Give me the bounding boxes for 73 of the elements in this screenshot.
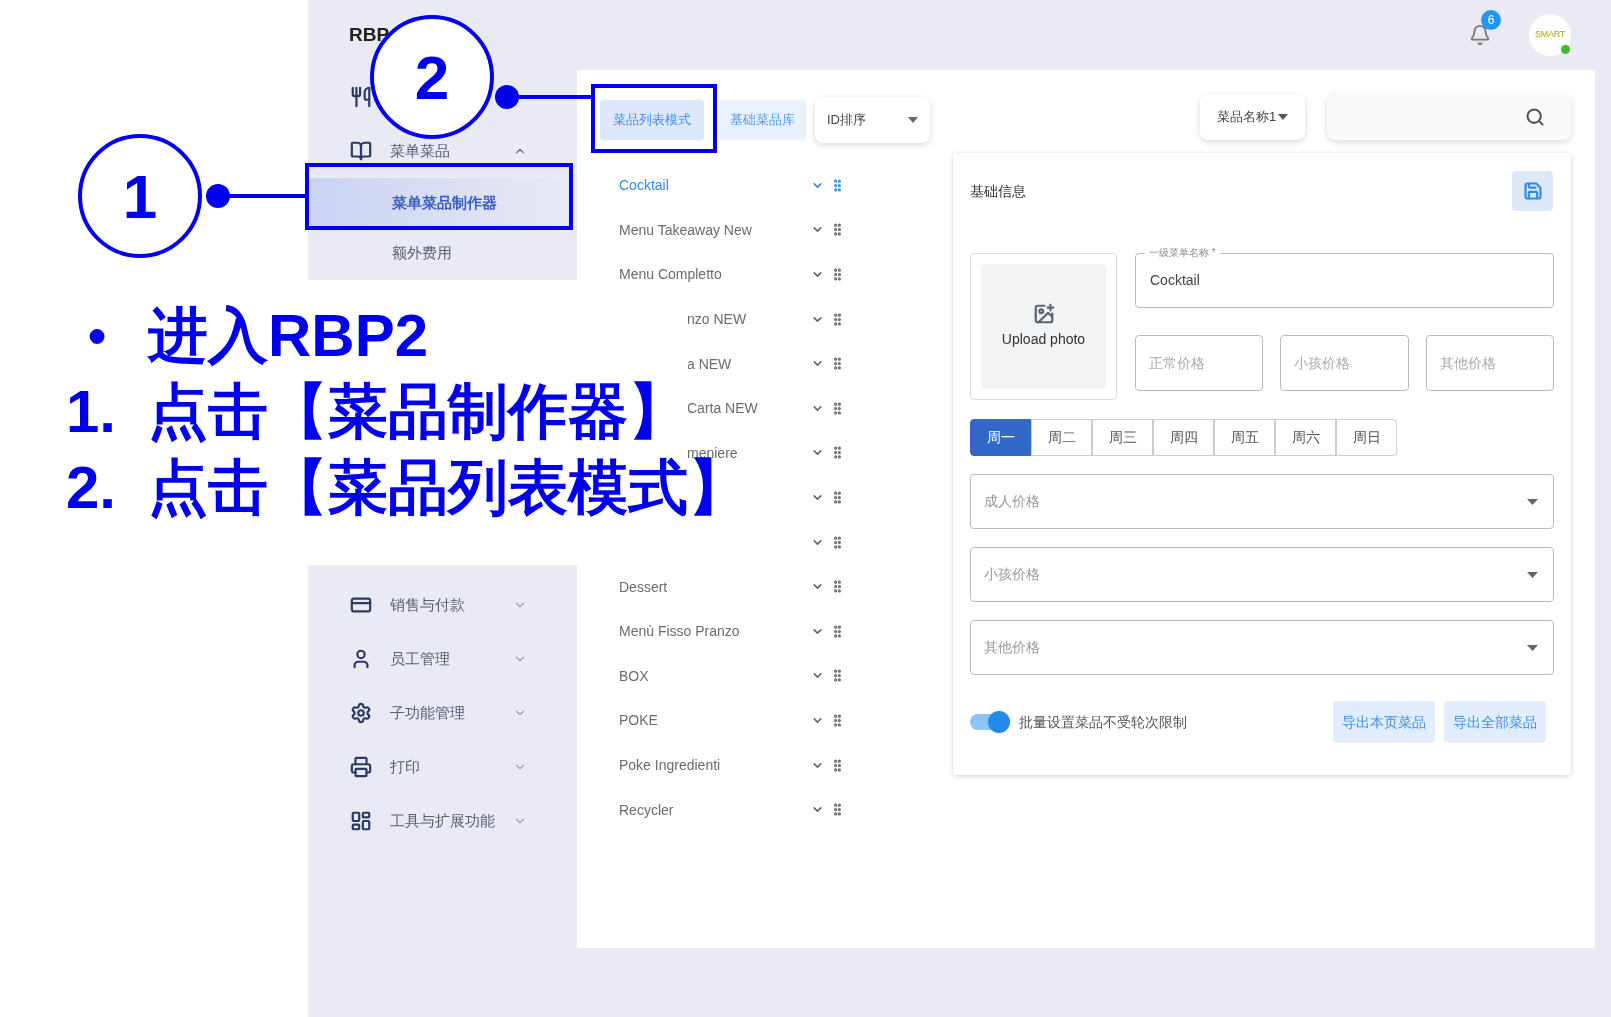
menu-list-item[interactable]: Recycler: [619, 801, 674, 818]
toggle-switch[interactable]: [970, 714, 1010, 730]
dropdown-arrow-icon: [1527, 498, 1538, 505]
sidebar-subitem[interactable]: 额外费用: [308, 228, 577, 278]
instruction-text: 点击【菜品制作器】: [148, 382, 688, 442]
dropdown-arrow-icon: [1527, 571, 1538, 578]
filter-dropdown[interactable]: 菜品名称1: [1200, 94, 1305, 140]
weekday-tab[interactable]: 周六: [1275, 419, 1336, 456]
menu-list-item[interactable]: Carta NEW: [687, 400, 758, 417]
weekday-tab[interactable]: 周二: [1031, 419, 1092, 456]
add-photo-icon: [1032, 303, 1055, 325]
dropdown-arrow-icon: [1527, 644, 1538, 651]
fork-knife-icon: [350, 86, 372, 108]
instruction-text: 点击【菜品列表模式】: [148, 458, 748, 518]
field-value: Cocktail: [1150, 271, 1200, 290]
price-select[interactable]: 小孩价格: [970, 547, 1554, 602]
menu-list-item[interactable]: POKE: [619, 712, 658, 729]
weekday-tab[interactable]: 周四: [1153, 419, 1214, 456]
price-input[interactable]: 其他价格: [1425, 335, 1554, 391]
settings-icon: [350, 702, 372, 724]
weekday-tab[interactable]: 周一: [970, 419, 1031, 456]
sidebar-item[interactable]: 员工管理: [390, 650, 450, 667]
menu-list-item[interactable]: BOX: [619, 667, 649, 684]
printer-icon: [350, 756, 372, 778]
export-button[interactable]: 导出全部菜品: [1444, 701, 1546, 743]
card-icon: [350, 594, 372, 616]
bell-icon[interactable]: [1469, 24, 1491, 46]
mode-tab[interactable]: 菜品列表模式: [600, 100, 704, 140]
menu-list-item[interactable]: a NEW: [687, 355, 732, 372]
avatar-logo: SMART: [1534, 28, 1566, 42]
app-title: RBP: [349, 22, 391, 47]
list-marker: 1.: [66, 377, 118, 447]
menu-list-item[interactable]: Dessert: [619, 578, 668, 595]
menu-list-item[interactable]: Poke Ingredienti: [619, 757, 721, 773]
list-marker: •: [87, 306, 108, 367]
step-marker: 1: [78, 134, 202, 258]
dropdown-arrow-icon: [908, 117, 918, 123]
select-placeholder: 小孩价格: [984, 565, 1040, 584]
sort-select[interactable]: ID排序: [815, 97, 930, 143]
menu-list-item[interactable]: Cocktail: [619, 177, 669, 194]
price-input[interactable]: 小孩价格: [1280, 335, 1409, 391]
sidebar-item[interactable]: 工具与扩展功能: [390, 812, 495, 829]
search-field[interactable]: [1327, 94, 1571, 140]
weekday-tab[interactable]: 周日: [1336, 419, 1397, 456]
price-select[interactable]: 成人价格: [970, 474, 1554, 529]
list-marker: 2.: [66, 453, 118, 523]
notification-badge: 6: [1481, 10, 1501, 30]
menu-list-item[interactable]: Menu Takeaway New: [619, 221, 752, 238]
weekday-tab[interactable]: 周三: [1092, 419, 1153, 456]
weekday-tab[interactable]: 周五: [1214, 419, 1275, 456]
field-label: 一级菜单名称 *: [1145, 245, 1220, 261]
dropdown-arrow-icon: [1278, 114, 1289, 120]
sidebar-item[interactable]: 子功能管理: [390, 704, 465, 721]
sidebar-item[interactable]: 打印: [390, 758, 420, 775]
sidebar-item[interactable]: 菜单菜品: [390, 142, 450, 159]
search-icon[interactable]: [1525, 107, 1545, 127]
menu-list-item[interactable]: Menù Fisso Pranzo: [619, 623, 740, 640]
price-select[interactable]: 其他价格: [970, 620, 1554, 675]
person-icon: [350, 648, 372, 670]
dashboard-icon: [350, 810, 372, 832]
menu-list-item[interactable]: nzo NEW: [687, 311, 747, 328]
sidebar-item[interactable]: 销售与付款: [390, 596, 465, 613]
toggle-label: 批量设置菜品不受轮次限制: [1019, 712, 1188, 732]
select-placeholder: 成人价格: [984, 492, 1040, 511]
export-button[interactable]: 导出本页菜品: [1333, 701, 1435, 743]
book-icon: [350, 140, 372, 162]
menu-list-item[interactable]: Menu Completto: [619, 266, 722, 283]
section-title: 基础信息: [970, 181, 1026, 201]
save-button[interactable]: [1512, 171, 1553, 211]
select-placeholder: 其他价格: [984, 638, 1040, 657]
price-input[interactable]: 正常价格: [1135, 335, 1264, 391]
upload-photo-button[interactable]: Upload photo: [981, 264, 1106, 389]
instruction-text: 进入RBP2: [148, 306, 429, 366]
